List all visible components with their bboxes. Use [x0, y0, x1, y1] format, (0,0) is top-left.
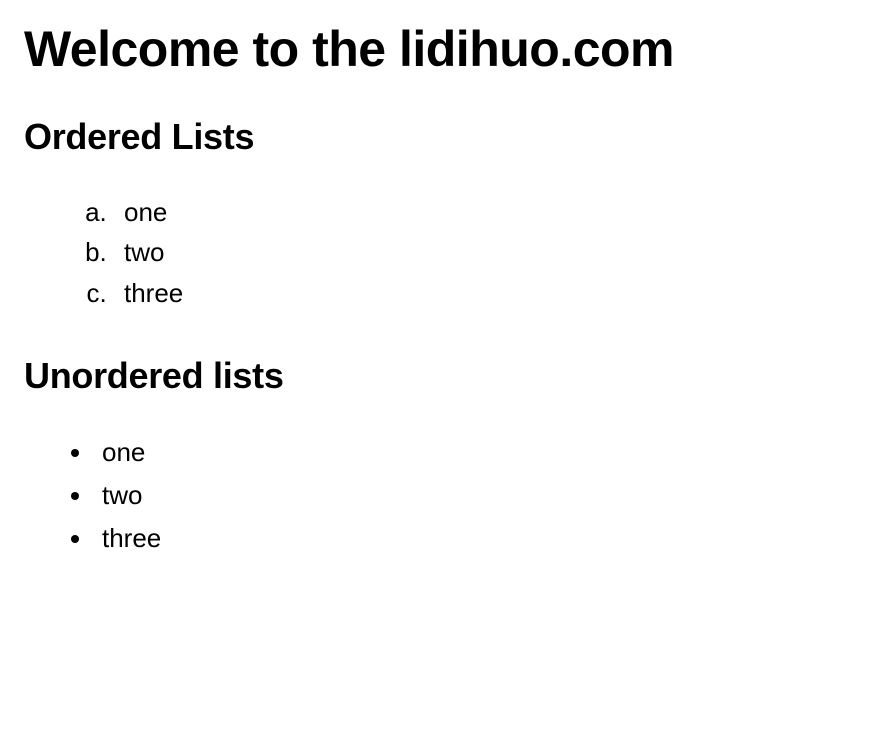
page-title: Welcome to the lidihuo.com: [24, 20, 872, 78]
ordered-list: one two three: [24, 192, 872, 313]
list-item: three: [94, 517, 872, 560]
unordered-list: one two three: [24, 431, 872, 560]
list-item: one: [94, 431, 872, 474]
list-item: two: [94, 474, 872, 517]
unordered-lists-heading: Unordered lists: [24, 355, 872, 397]
list-item: one: [114, 192, 872, 232]
list-item: three: [114, 273, 872, 313]
list-item: two: [114, 232, 872, 272]
ordered-lists-heading: Ordered Lists: [24, 116, 872, 158]
